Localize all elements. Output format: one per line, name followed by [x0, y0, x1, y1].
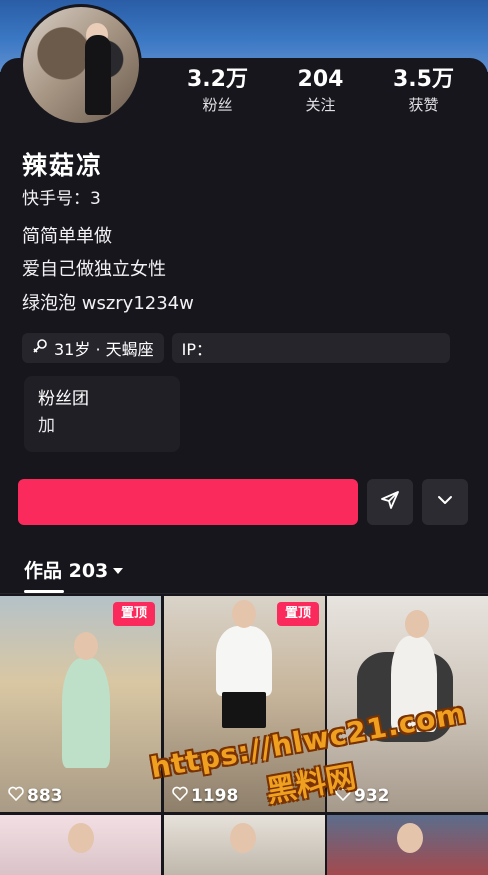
pinned-badge: 置顶 — [276, 602, 319, 626]
stat-value: 3.5万 — [393, 67, 454, 92]
bio-line: 爱自己做独立女性 — [22, 259, 166, 280]
profile-name: 辣菇凉 — [22, 151, 104, 180]
chevron-down-icon — [435, 490, 455, 514]
caret-down-icon — [112, 559, 124, 581]
send-icon — [379, 489, 401, 515]
video-likes-count: 883 — [27, 786, 63, 806]
share-button[interactable] — [367, 479, 413, 525]
tab-indicator — [24, 590, 64, 593]
video-thumbnail[interactable]: 置顶 883 — [0, 596, 161, 812]
stat-label: 获赞 — [408, 96, 439, 114]
bio-line: 简简单单做 — [22, 226, 112, 247]
fans-group-card[interactable]: 粉丝团 加 — [24, 376, 180, 452]
fans-group-title: 粉丝团 — [38, 389, 89, 409]
stat-likes[interactable]: 3.5万 获赞 — [372, 66, 475, 116]
heart-icon — [8, 786, 24, 806]
profile-stats: 3.2万 粉丝 204 关注 3.5万 获赞 — [166, 66, 476, 116]
stat-value: 204 — [297, 67, 344, 92]
stat-value: 3.2万 — [187, 67, 248, 92]
follow-button[interactable] — [18, 479, 358, 525]
tab-works[interactable]: 作品 203 — [24, 556, 124, 583]
more-button[interactable] — [422, 479, 468, 525]
tag-ip-text: IP： — [181, 340, 212, 359]
thumbnail-head — [397, 823, 423, 853]
thumbnail-figure — [216, 626, 272, 696]
video-thumbnail[interactable] — [327, 815, 488, 875]
profile-tags: 31岁 · 天蝎座 IP： — [22, 333, 450, 363]
bio-line: 绿泡泡 wszry1234w — [22, 293, 194, 314]
thumbnail-head — [230, 823, 256, 853]
stat-label: 关注 — [305, 96, 336, 114]
pinned-badge: 置顶 — [112, 602, 155, 626]
thumbnail-figure — [62, 658, 110, 768]
video-likes: 883 — [8, 786, 63, 806]
tab-works-label: 作品 203 — [24, 560, 109, 582]
thumbnail-head — [68, 823, 94, 853]
female-icon — [32, 338, 48, 358]
thumbnail-skirt — [222, 692, 266, 728]
thumbnail-head — [232, 600, 256, 628]
avatar[interactable] — [20, 4, 142, 126]
thumbnail-head — [74, 632, 98, 660]
content-tabs: 作品 203 — [0, 552, 488, 594]
thumbnail-head — [405, 610, 429, 638]
kuaishou-id[interactable]: 快手号：3 — [22, 187, 101, 211]
tag-age: 31岁 · 天蝎座 — [22, 333, 164, 363]
tag-ip: IP： — [171, 333, 450, 363]
video-thumbnail[interactable] — [0, 815, 161, 875]
tag-age-text: 31岁 · 天蝎座 — [54, 340, 154, 359]
fans-group-subtitle: 加 — [38, 416, 55, 436]
avatar-figure — [85, 35, 111, 115]
stat-label: 粉丝 — [202, 96, 233, 114]
stat-followers[interactable]: 3.2万 粉丝 — [166, 66, 269, 116]
stat-following[interactable]: 204 关注 — [269, 66, 372, 116]
